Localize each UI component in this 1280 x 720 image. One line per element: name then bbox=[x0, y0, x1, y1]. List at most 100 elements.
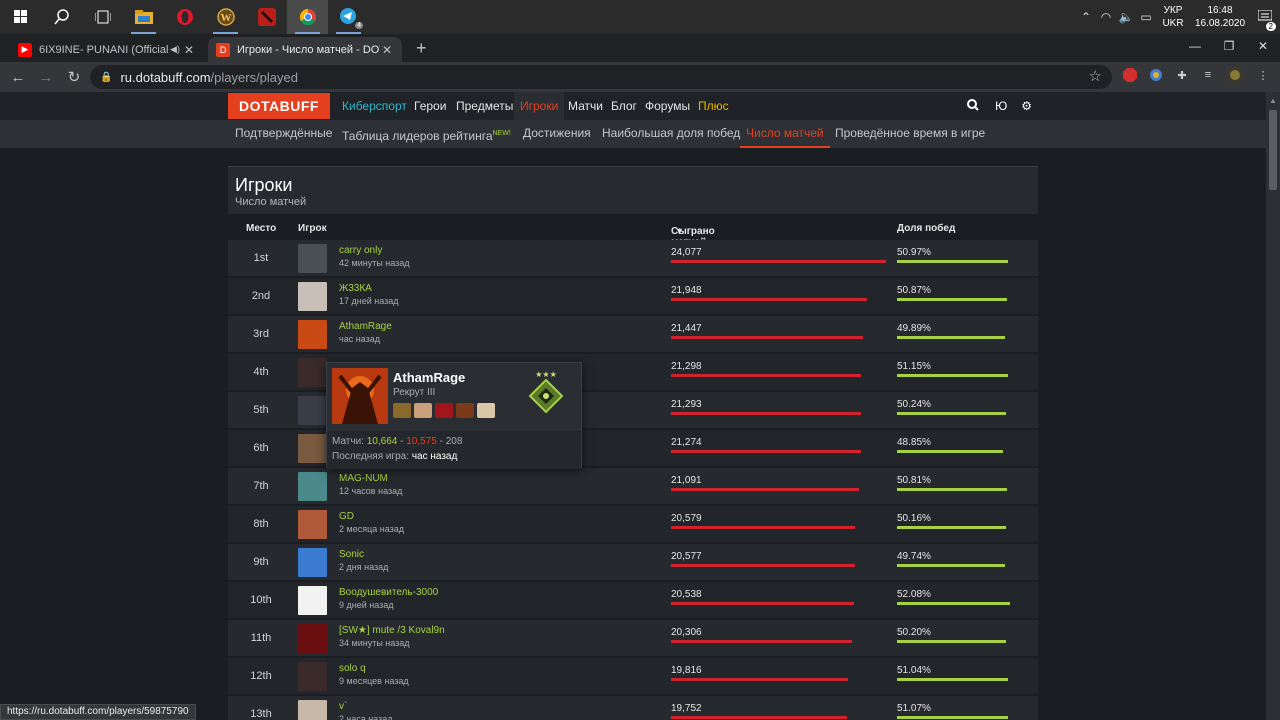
winrate-value: 50.81% bbox=[897, 475, 931, 486]
browser-menu-icon[interactable]: ⋮ bbox=[1254, 66, 1272, 84]
player-name-link[interactable]: GD bbox=[339, 511, 354, 522]
nav-matches[interactable]: Матчи bbox=[568, 92, 603, 120]
close-window-icon[interactable]: ✕ bbox=[1246, 34, 1280, 58]
column-rank[interactable]: Место bbox=[246, 223, 276, 234]
player-name-link[interactable]: [SW★] mute /3 Koval9n bbox=[339, 625, 445, 636]
search-icon[interactable] bbox=[41, 0, 82, 34]
row-rank: 7th bbox=[253, 480, 269, 492]
search-icon[interactable] bbox=[967, 98, 979, 114]
player-name-link[interactable]: Sonic bbox=[339, 549, 364, 560]
scroll-up-icon[interactable]: ▲ bbox=[1269, 96, 1277, 105]
forward-icon[interactable]: → bbox=[32, 69, 60, 86]
matches-label: Матчи: bbox=[332, 436, 364, 447]
player-avatar[interactable] bbox=[298, 282, 327, 311]
subnav-verified[interactable]: Подтверждённые bbox=[235, 120, 332, 148]
settings-gear-icon[interactable]: ⚙ bbox=[1021, 99, 1032, 113]
adblock-extension-icon[interactable] bbox=[1121, 66, 1139, 84]
profile-avatar[interactable] bbox=[1226, 66, 1244, 84]
subnav-most-matches[interactable]: Число матчей bbox=[740, 120, 830, 148]
hero-icon bbox=[414, 403, 432, 418]
abandons-count: 208 bbox=[445, 436, 463, 447]
player-name-link[interactable]: carry only bbox=[339, 245, 382, 256]
file-explorer-icon[interactable] bbox=[123, 0, 164, 34]
close-tab-icon[interactable]: ✕ bbox=[182, 43, 196, 57]
new-tab-icon[interactable]: + bbox=[416, 38, 427, 59]
task-view-icon[interactable] bbox=[82, 0, 123, 34]
player-avatar[interactable] bbox=[298, 358, 327, 387]
user-menu[interactable]: Ю bbox=[995, 99, 1007, 113]
audio-icon[interactable]: ◀) bbox=[168, 44, 182, 55]
close-tab-icon[interactable]: ✕ bbox=[380, 43, 394, 57]
language-indicator[interactable]: УКР UKR bbox=[1156, 4, 1190, 30]
nav-plus[interactable]: Плюс bbox=[698, 92, 729, 120]
nav-heroes[interactable]: Герои bbox=[414, 92, 446, 120]
nav-forums[interactable]: Форумы bbox=[645, 92, 690, 120]
column-player[interactable]: Игрок bbox=[298, 223, 327, 234]
column-winrate[interactable]: Доля побед bbox=[897, 223, 955, 234]
player-avatar[interactable] bbox=[298, 700, 327, 720]
volume-icon[interactable]: 🔈 bbox=[1116, 10, 1136, 24]
player-avatar[interactable] bbox=[298, 586, 327, 615]
player-avatar[interactable] bbox=[298, 320, 327, 349]
player-name-link[interactable]: solo q bbox=[339, 663, 366, 674]
scrollbar-thumb[interactable] bbox=[1269, 110, 1277, 190]
wifi-icon[interactable]: ◠ bbox=[1096, 10, 1116, 24]
tab-title: Игроки - Число матчей - DOTA bbox=[237, 43, 380, 56]
rank-medal-icon: ★★★ bbox=[528, 370, 564, 414]
subnav-leaderboard[interactable]: Таблица лидеров рейтингаNEW! bbox=[342, 120, 511, 148]
media-control-icon[interactable]: ≡ bbox=[1199, 66, 1217, 84]
extensions-puzzle-icon[interactable]: ✚ bbox=[1173, 66, 1191, 84]
player-avatar[interactable] bbox=[298, 472, 327, 501]
notification-center-icon[interactable]: 2 bbox=[1250, 9, 1280, 31]
player-avatar[interactable] bbox=[298, 396, 327, 425]
tooltip-rank-name: Рекрут III bbox=[393, 387, 436, 398]
back-icon[interactable]: ← bbox=[4, 69, 32, 86]
maximize-icon[interactable]: ❐ bbox=[1212, 34, 1246, 58]
page-scrollbar[interactable]: ▲ bbox=[1266, 92, 1280, 720]
opera-icon[interactable] bbox=[164, 0, 205, 34]
minimize-icon[interactable]: — bbox=[1178, 34, 1212, 58]
player-name-link[interactable]: v` bbox=[339, 701, 347, 712]
address-bar[interactable]: 🔒 ru.dotabuff.com/players/played ☆ bbox=[90, 65, 1112, 89]
player-name-link[interactable]: AthamRage bbox=[339, 321, 392, 332]
battery-icon[interactable]: ▭ bbox=[1136, 10, 1156, 24]
player-avatar[interactable] bbox=[298, 434, 327, 463]
player-name-link[interactable]: MAG-NUM bbox=[339, 473, 388, 484]
player-name-link[interactable]: Воодушевитель-3000 bbox=[339, 587, 438, 598]
language-short: УКР bbox=[1163, 5, 1183, 16]
nav-players[interactable]: Игроки bbox=[514, 92, 565, 120]
player-avatar[interactable] bbox=[298, 548, 327, 577]
matches-bar bbox=[671, 678, 848, 681]
matches-played: 20,306 bbox=[671, 627, 702, 638]
winrate-value: 51.15% bbox=[897, 361, 931, 372]
bookmark-star-icon[interactable]: ☆ bbox=[1089, 67, 1102, 85]
row-rank: 10th bbox=[250, 594, 272, 606]
chrome-icon[interactable] bbox=[287, 0, 328, 34]
player-avatar[interactable] bbox=[298, 662, 327, 691]
dota-icon[interactable] bbox=[246, 0, 287, 34]
player-avatar[interactable] bbox=[298, 244, 327, 273]
vpn-extension-icon[interactable] bbox=[1147, 66, 1165, 84]
sort-desc-icon: ▼ bbox=[675, 226, 684, 236]
subnav-time-played[interactable]: Проведённое время в игре bbox=[835, 120, 985, 148]
player-avatar[interactable] bbox=[298, 624, 327, 653]
browser-tab-dotabuff[interactable]: D Игроки - Число матчей - DOTA ✕ bbox=[208, 37, 402, 62]
nav-items[interactable]: Предметы bbox=[456, 92, 513, 120]
player-name-link[interactable]: Ж33КА bbox=[339, 283, 372, 294]
player-avatar[interactable] bbox=[298, 510, 327, 539]
telegram-icon[interactable]: 4 bbox=[328, 0, 369, 34]
row-rank: 2nd bbox=[251, 290, 271, 302]
windows-start-icon[interactable] bbox=[0, 0, 41, 34]
dotabuff-logo[interactable]: DOTABUFF bbox=[228, 93, 330, 119]
clock[interactable]: 16:48 16.08.2020 bbox=[1190, 4, 1250, 30]
hero-icon bbox=[393, 403, 411, 418]
chevron-up-icon[interactable]: ⌃ bbox=[1076, 10, 1096, 24]
reload-icon[interactable]: ↻ bbox=[60, 68, 88, 86]
subnav-highest-winrate[interactable]: Наибольшая доля побед bbox=[602, 120, 740, 148]
subnav-achievements[interactable]: Достижения bbox=[523, 120, 591, 148]
browser-tab-youtube[interactable]: ▶ 6IX9INE- PUNANI (Official M ◀) ✕ bbox=[10, 37, 204, 62]
warcraft-icon[interactable]: W bbox=[205, 0, 246, 34]
nav-blog[interactable]: Блог bbox=[611, 92, 637, 120]
row-rank: 9th bbox=[253, 556, 269, 568]
nav-esports[interactable]: Киберспорт bbox=[342, 92, 407, 120]
